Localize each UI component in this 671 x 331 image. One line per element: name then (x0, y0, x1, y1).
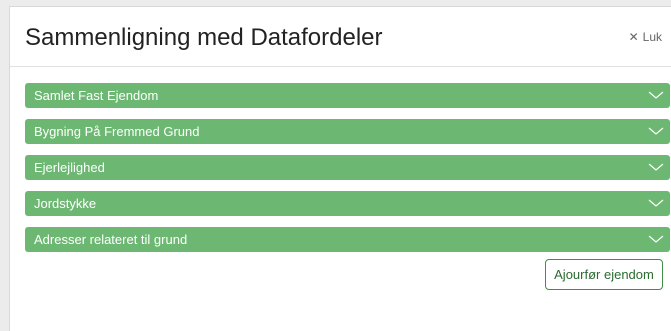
accordion-item-samlet-fast-ejendom[interactable]: Samlet Fast Ejendom (25, 83, 670, 108)
accordion-item-label: Adresser relateret til grund (34, 232, 188, 247)
close-button[interactable]: ✕ Luk (629, 30, 662, 44)
accordion-item-label: Bygning På Fremmed Grund (34, 124, 200, 139)
accordion-item-bygning-paa-fremmed-grund[interactable]: Bygning På Fremmed Grund (25, 119, 670, 144)
accordion: Samlet Fast Ejendom Bygning På Fremmed G… (25, 83, 670, 263)
accordion-item-label: Samlet Fast Ejendom (34, 88, 159, 103)
modal-header: Sammenligning med Datafordeler ✕ Luk (10, 7, 671, 67)
close-icon: ✕ (628, 30, 639, 44)
chevron-down-icon (648, 199, 664, 207)
chevron-down-icon (648, 163, 664, 171)
chevron-down-icon (648, 127, 664, 135)
chevron-down-icon (648, 235, 664, 243)
modal-title: Sammenligning med Datafordeler (25, 24, 383, 51)
accordion-item-jordstykke[interactable]: Jordstykke (25, 191, 670, 216)
close-label: Luk (642, 30, 662, 44)
chevron-down-icon (648, 91, 664, 99)
accordion-item-adresser-relateret-til-grund[interactable]: Adresser relateret til grund (25, 227, 670, 252)
update-property-button[interactable]: Ajourfør ejendom (545, 259, 663, 290)
accordion-item-label: Ejerlejlighed (34, 160, 105, 175)
comparison-modal: Sammenligning med Datafordeler ✕ Luk Saml… (9, 6, 671, 331)
accordion-item-label: Jordstykke (34, 196, 97, 211)
accordion-item-ejerlejlighed[interactable]: Ejerlejlighed (25, 155, 670, 180)
